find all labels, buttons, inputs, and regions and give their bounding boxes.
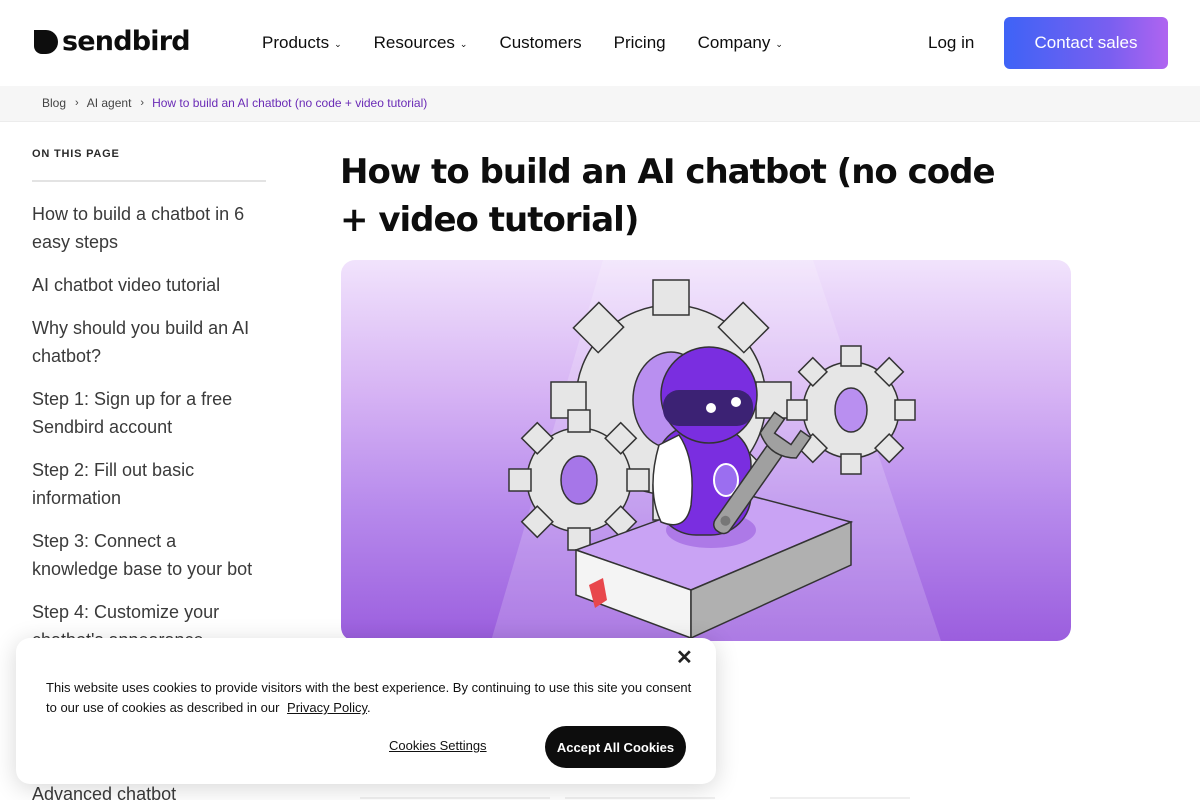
- chevron-down-icon: ⌄: [775, 38, 783, 49]
- toc-item[interactable]: Advanced chatbot: [32, 784, 176, 800]
- cookie-banner: ✕ This website uses cookies to provide v…: [16, 638, 716, 784]
- divider: [565, 797, 715, 799]
- robot-illustration: [491, 260, 941, 641]
- article-title: How to build an AI chatbot (no code + vi…: [340, 152, 996, 240]
- toc-item[interactable]: AI chatbot video tutorial: [32, 271, 266, 299]
- cookie-period: .: [367, 700, 371, 715]
- gear-icon: [508, 409, 650, 551]
- privacy-policy-link[interactable]: Privacy Policy: [287, 700, 367, 715]
- close-icon[interactable]: ✕: [676, 648, 693, 668]
- nav-label: Customers: [499, 33, 582, 52]
- accept-all-cookies-button[interactable]: Accept All Cookies: [545, 726, 686, 768]
- toc-item[interactable]: Step 3: Connect a knowledge base to your…: [32, 527, 266, 583]
- nav-company[interactable]: Company ⌄: [698, 33, 783, 53]
- chevron-down-icon: ⌄: [334, 38, 342, 49]
- table-of-contents: ON THIS PAGE How to build a chatbot in 6…: [32, 148, 266, 669]
- toc-item[interactable]: Why should you build an AI chatbot?: [32, 314, 266, 370]
- main-nav: Products ⌄ Resources ⌄ Customers Pricing…: [262, 33, 815, 53]
- toc-list: How to build a chatbot in 6 easy steps A…: [32, 200, 266, 654]
- breadcrumb-ai-agent[interactable]: AI agent: [87, 96, 132, 110]
- nav-label: Products: [262, 33, 330, 52]
- brand-name: sendbird: [62, 26, 191, 57]
- nav-label: Company: [697, 33, 771, 52]
- contact-sales-button[interactable]: Contact sales: [1004, 17, 1168, 69]
- toc-title: ON THIS PAGE: [32, 148, 120, 160]
- breadcrumb-blog[interactable]: Blog: [42, 96, 66, 110]
- divider: [360, 797, 550, 799]
- nav-label: Pricing: [613, 33, 666, 52]
- breadcrumb: Blog › AI agent › How to build an AI cha…: [42, 96, 427, 110]
- toc-divider: [32, 180, 266, 182]
- toc-item[interactable]: Step 2: Fill out basic information: [32, 456, 266, 512]
- nav-customers[interactable]: Customers: [499, 33, 581, 53]
- robot-icon: [652, 346, 758, 548]
- site-header: sendbird Products ⌄ Resources ⌄ Customer…: [0, 0, 1200, 86]
- sendbird-logo[interactable]: sendbird: [32, 26, 191, 57]
- breadcrumb-bar: Blog › AI agent › How to build an AI cha…: [0, 86, 1200, 122]
- chevron-down-icon: ⌄: [459, 38, 468, 49]
- sendbird-logo-icon: [34, 30, 58, 54]
- nav-pricing[interactable]: Pricing: [614, 33, 666, 53]
- cookie-message: This website uses cookies to provide vis…: [46, 678, 696, 718]
- chevron-right-icon: ›: [140, 97, 145, 109]
- nav-products[interactable]: Products ⌄: [262, 33, 342, 53]
- nav-resources[interactable]: Resources ⌄: [374, 33, 468, 53]
- gear-icon: [786, 345, 916, 475]
- toc-item[interactable]: Step 1: Sign up for a free Sendbird acco…: [32, 385, 266, 441]
- hero-image: [341, 260, 1071, 641]
- toc-item[interactable]: How to build a chatbot in 6 easy steps: [32, 200, 266, 256]
- login-link[interactable]: Log in: [928, 33, 974, 53]
- breadcrumb-current: How to build an AI chatbot (no code + vi…: [152, 96, 428, 110]
- divider: [770, 797, 910, 799]
- cookies-settings-button[interactable]: Cookies Settings: [389, 738, 487, 753]
- nav-label: Resources: [373, 33, 455, 52]
- chevron-right-icon: ›: [75, 97, 79, 109]
